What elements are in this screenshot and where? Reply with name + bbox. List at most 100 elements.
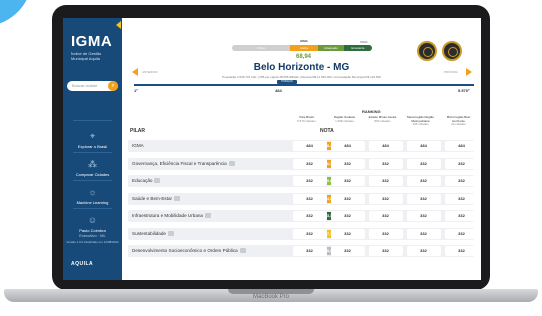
nota-header: NOTA xyxy=(320,128,334,134)
table-row[interactable]: Infraestrutura e Mobilidade Urbana 83,3 33… xyxy=(128,210,479,222)
overall-score: 68,94 xyxy=(296,54,312,60)
rank-cell: 332 xyxy=(406,246,441,256)
column-subtitle: 853 cidades xyxy=(374,118,391,123)
divider xyxy=(73,180,112,181)
search-placeholder: Buscar cidade xyxy=(72,83,98,88)
info-icon[interactable] xyxy=(205,213,211,219)
pilar-label: Saúde e Bem-Estar xyxy=(132,195,181,201)
map-pin-icon: ⌖ xyxy=(89,131,96,141)
rank-cell: 332 xyxy=(330,246,365,256)
rank-cell: 332 xyxy=(444,193,479,204)
pilar-name: Sustentabilidade xyxy=(132,230,166,236)
main-content: IGMA IGMA Crítico Alerta Adequado Excele… xyxy=(122,18,481,280)
info-icon[interactable] xyxy=(228,160,235,166)
brand-logo: AQUILA xyxy=(71,261,94,267)
column-subtitle: 105 cidades xyxy=(412,122,429,127)
rank-cell: 484 xyxy=(444,141,479,151)
pilar-name: Infraestrutura e Mobilidade Urbana xyxy=(132,213,203,218)
version-info: Versão 1.0.0 Atualizado em 12/08/2022 xyxy=(66,240,119,244)
pilar-label: Governança, Eficiência Fiscal e Transpar… xyxy=(132,161,235,166)
rank-cell: 332 xyxy=(406,228,441,239)
rank-cell: 484 xyxy=(406,141,441,151)
pilar-label: Educação xyxy=(132,178,161,184)
rank-cell: 332 xyxy=(292,228,327,239)
scale-segment: Alerta xyxy=(290,45,318,51)
rank-cell: 332 xyxy=(292,211,327,221)
scale-segment: Crítico xyxy=(232,45,290,51)
screen: IGMA Índice de Gestão Municipal Aquila B… xyxy=(63,18,481,280)
rank-cell: 332 xyxy=(368,193,403,204)
score-scale: Crítico Alerta Adequado Excelente xyxy=(232,45,372,51)
rank-cell: 484 xyxy=(330,141,365,151)
search-input[interactable]: Buscar cidade ⌕ xyxy=(67,81,118,91)
divider xyxy=(73,152,112,153)
info-icon[interactable] xyxy=(174,195,181,201)
scale-segment: Adequado xyxy=(318,45,344,51)
slider-min: 1º xyxy=(134,88,138,93)
collapse-icon[interactable] xyxy=(116,21,121,29)
user-role: Executivo · ML xyxy=(79,233,106,238)
city-info: População 2.530.701 hab. | PIB per capit… xyxy=(222,75,381,79)
rank-cell: 332 xyxy=(406,211,441,221)
table-row[interactable]: Sustentabilidade 57,1 332 332 332 332 332 xyxy=(128,227,479,240)
table-row[interactable]: Educação 70,6 332 332 332 332 332 xyxy=(128,175,479,187)
pilar-header: PILAR xyxy=(130,128,145,134)
rank-cell: 332 xyxy=(368,158,403,169)
nav-ml[interactable]: ☼ Machine Learning xyxy=(63,186,122,205)
pilar-name: Educação xyxy=(132,178,153,183)
sidebar: IGMA Índice de Gestão Municipal Aquila B… xyxy=(63,18,122,280)
scale-title: IGMA xyxy=(360,40,368,44)
page: MacBook Pro IGMA Índice de Gestão Munici… xyxy=(0,0,542,316)
slider-max: 5.570º xyxy=(458,88,470,93)
rank-cell: 332 xyxy=(444,228,479,239)
pilar-name: IGMA xyxy=(132,143,144,148)
rank-cell: 332 xyxy=(368,228,403,239)
rank-cell: 332 xyxy=(292,158,327,169)
user-profile[interactable]: ☺ Paulo Coimbra Executivo · ML xyxy=(63,214,122,238)
device-label: MacBook Pro xyxy=(252,294,289,300)
rank-cell: 332 xyxy=(292,246,327,256)
rank-cell: 332 xyxy=(330,193,365,204)
rank-cell: 484 xyxy=(368,141,403,151)
info-icon[interactable] xyxy=(239,248,246,254)
position-slider[interactable] xyxy=(134,84,474,86)
rank-cell: 332 xyxy=(330,228,365,239)
info-icon[interactable] xyxy=(167,230,174,236)
rank-cell: 332 xyxy=(368,176,403,186)
column-header: Microrregião Belo Horizonte 24 cidades xyxy=(440,115,477,132)
column-subtitle: 24 cidades xyxy=(451,122,466,127)
table-row[interactable]: Governança, Eficiência Fiscal e Transpar… xyxy=(128,157,479,170)
user-icon: ☺ xyxy=(87,215,98,225)
pilar-name: Saúde e Bem-Estar xyxy=(132,195,173,201)
nav-label: Explorar o Brasil xyxy=(77,144,108,149)
rank-cell: 332 xyxy=(292,176,327,186)
rank-cell: 332 xyxy=(444,211,479,221)
pilar-name: Governança, Eficiência Fiscal e Transpar… xyxy=(132,160,227,166)
rank-cell: 332 xyxy=(292,193,327,204)
rank-cell: 332 xyxy=(444,176,479,186)
city-title: Belo Horizonte - MG xyxy=(253,62,350,73)
nav-label: Machine Learning xyxy=(76,200,109,205)
nav-explore[interactable]: ⌖ Explorar o Brasil xyxy=(63,130,122,149)
info-icon[interactable] xyxy=(154,178,161,184)
corner-decoration xyxy=(0,0,47,31)
pilar-label: IGMA xyxy=(132,143,144,148)
rank-cell: 332 xyxy=(368,246,403,256)
table-row[interactable]: IGMA 68,4 484 484 484 484 484 xyxy=(128,140,479,152)
rank-cell: 332 xyxy=(406,193,441,204)
logo: IGMA xyxy=(71,33,113,50)
compare-icon: ⁂ xyxy=(88,159,97,169)
table-row[interactable]: Desenvolvimento Socioeconômico e Ordem P… xyxy=(128,245,479,257)
rank-cell: 332 xyxy=(406,158,441,169)
rank-cell: 332 xyxy=(368,211,403,221)
logo-subtitle: Índice de Gestão Municipal Aquila xyxy=(71,51,102,61)
nav-compare[interactable]: ⁂ Comparar Cidades xyxy=(63,158,122,177)
ranking-title: RANKING xyxy=(362,109,381,114)
table-row[interactable]: Saúde e Bem-Estar 64,5 332 332 332 332 332 xyxy=(128,192,479,205)
pilar-label: Infraestrutura e Mobilidade Urbana xyxy=(132,213,211,219)
search-icon[interactable]: ⌕ xyxy=(108,81,118,91)
rank-cell: 332 xyxy=(444,158,479,169)
scale-segment: Excelente xyxy=(344,45,372,51)
slider-position: 484 xyxy=(275,88,282,93)
rank-cell: 332 xyxy=(330,158,365,169)
